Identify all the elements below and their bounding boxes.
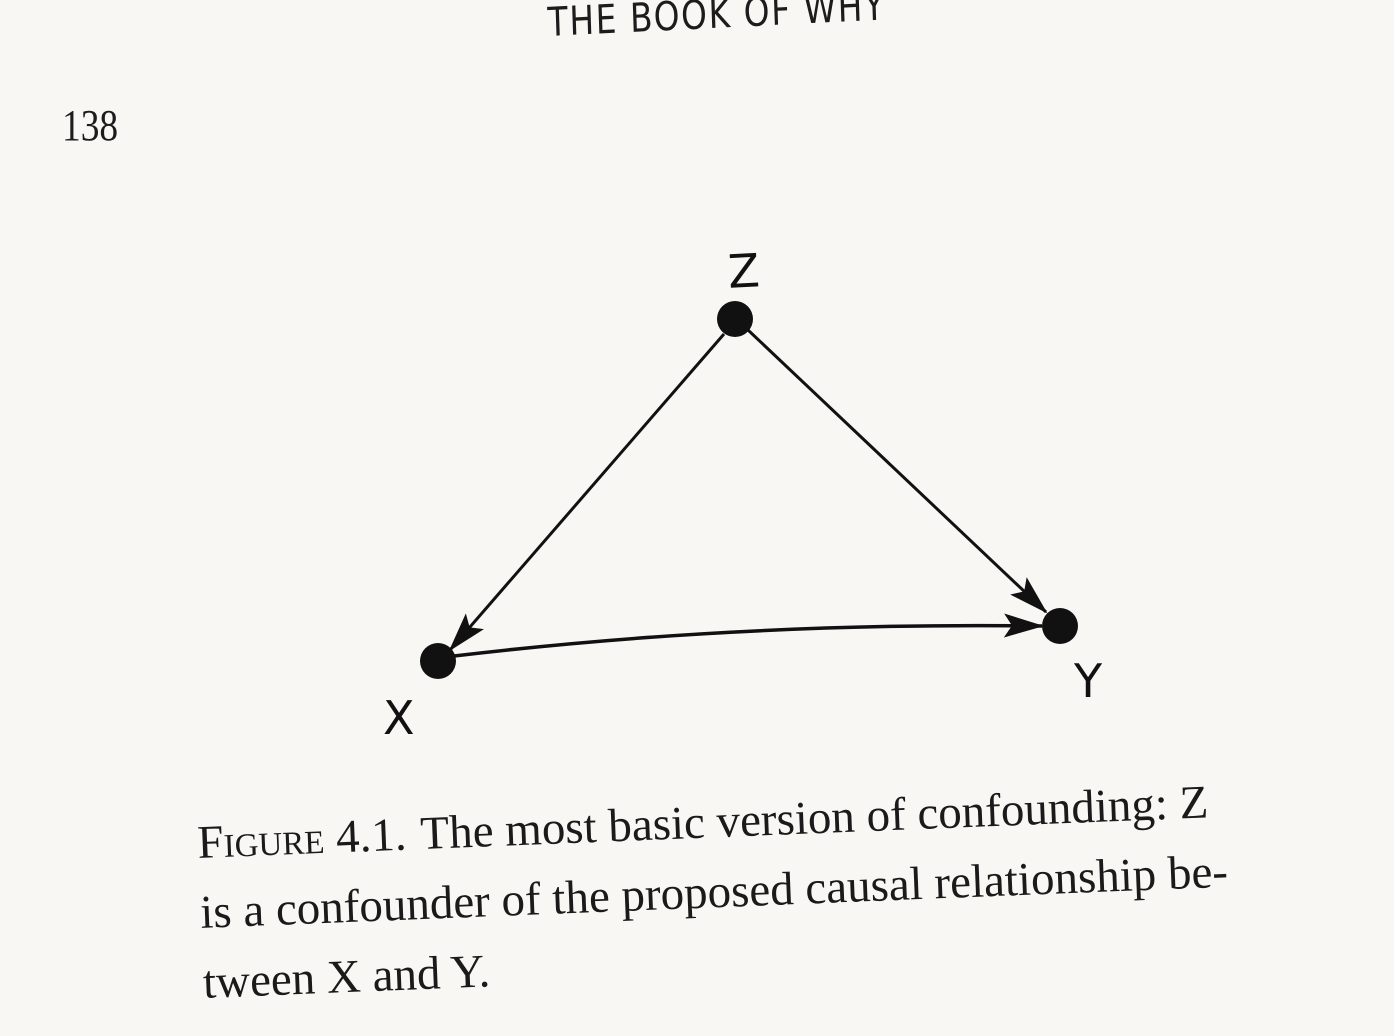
node-x-label: X	[383, 691, 415, 745]
node-x	[420, 643, 456, 679]
node-y	[1042, 608, 1078, 644]
node-z-label: Z	[727, 243, 761, 299]
node-y-label: Y	[1073, 654, 1103, 708]
book-page: THE BOOK OF WHY 138 Z X Y Figure 4.1. The…	[0, 0, 1394, 1036]
edge-x-to-y	[453, 613, 1044, 658]
node-z	[717, 301, 753, 337]
figure-caption: Figure 4.1. The most basic version of con…	[196, 763, 1314, 1017]
figure-label: Figure 4.1.	[196, 808, 408, 869]
edge-z-to-x	[448, 333, 726, 652]
edge-z-to-y	[746, 328, 1048, 614]
